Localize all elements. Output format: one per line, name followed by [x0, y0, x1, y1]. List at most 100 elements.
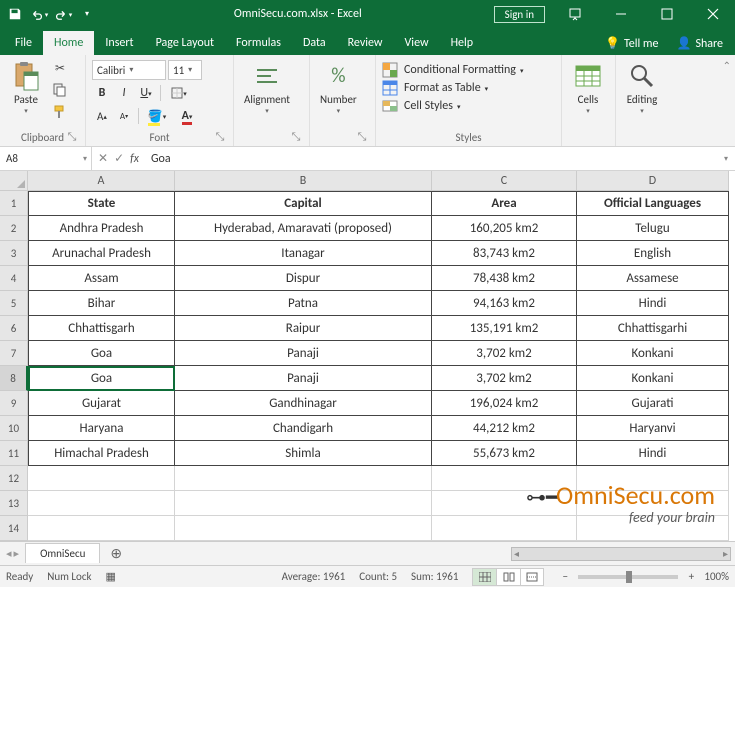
font-name-select[interactable]: Calibri▾: [92, 60, 166, 80]
data-cell[interactable]: Chhattisgarh: [28, 316, 175, 341]
view-normal-button[interactable]: [472, 568, 496, 586]
empty-cell[interactable]: [175, 516, 432, 541]
maximize-button[interactable]: [645, 0, 689, 28]
bold-button[interactable]: B: [92, 83, 112, 103]
data-cell[interactable]: Arunachal Pradesh: [28, 241, 175, 266]
empty-cell[interactable]: [432, 516, 577, 541]
data-cell[interactable]: Panaji: [175, 341, 432, 366]
zoom-level[interactable]: 100%: [704, 570, 729, 583]
save-button[interactable]: [4, 3, 26, 25]
empty-cell[interactable]: [28, 466, 175, 491]
number-button[interactable]: % Number ▾: [316, 58, 361, 117]
data-cell[interactable]: Goa: [28, 366, 175, 391]
data-cell[interactable]: Assam: [28, 266, 175, 291]
view-page-layout-button[interactable]: [496, 568, 520, 586]
expand-formula-bar-button[interactable]: ▾: [717, 154, 735, 164]
zoom-out-button[interactable]: −: [558, 570, 572, 583]
empty-cell[interactable]: [28, 516, 175, 541]
cells-grid[interactable]: ABCD1StateCapitalAreaOfficial Languages2…: [0, 171, 735, 541]
data-cell[interactable]: Panaji: [175, 366, 432, 391]
editing-button[interactable]: Editing ▾: [622, 58, 662, 117]
horizontal-scrollbar[interactable]: [511, 547, 731, 561]
data-cell[interactable]: 135,191 km2: [432, 316, 577, 341]
data-cell[interactable]: Assamese: [577, 266, 729, 291]
sheet-nav-next[interactable]: ▸: [14, 547, 20, 560]
header-cell[interactable]: Official Languages: [577, 191, 729, 216]
row-header-5[interactable]: 5: [0, 291, 28, 316]
zoom-slider[interactable]: [578, 575, 678, 579]
sheet-tab-active[interactable]: OmniSecu: [25, 543, 100, 563]
data-cell[interactable]: Raipur: [175, 316, 432, 341]
header-cell[interactable]: State: [28, 191, 175, 216]
data-cell[interactable]: Haryanvi: [577, 416, 729, 441]
tab-page-layout[interactable]: Page Layout: [145, 31, 225, 55]
redo-button[interactable]: ▾: [52, 3, 74, 25]
data-cell[interactable]: Konkani: [577, 341, 729, 366]
undo-button[interactable]: ▾: [28, 3, 50, 25]
data-cell[interactable]: Hyderabad, Amaravati (proposed): [175, 216, 432, 241]
row-header-7[interactable]: 7: [0, 341, 28, 366]
data-cell[interactable]: Shimla: [175, 441, 432, 466]
alignment-launcher[interactable]: ⤡: [289, 130, 303, 144]
zoom-in-button[interactable]: +: [684, 570, 698, 583]
column-header-C[interactable]: C: [432, 171, 577, 191]
empty-cell[interactable]: [432, 491, 577, 516]
row-header-10[interactable]: 10: [0, 416, 28, 441]
font-size-select[interactable]: 11▾: [168, 60, 202, 80]
tellme-button[interactable]: Tell me: [624, 37, 659, 51]
tab-view[interactable]: View: [394, 31, 440, 55]
cell-styles-button[interactable]: Cell Styles▾: [382, 98, 461, 114]
column-header-A[interactable]: A: [28, 171, 175, 191]
data-cell[interactable]: Gandhinagar: [175, 391, 432, 416]
data-cell[interactable]: 55,673 km2: [432, 441, 577, 466]
empty-cell[interactable]: [28, 491, 175, 516]
row-header-13[interactable]: 13: [0, 491, 28, 516]
empty-cell[interactable]: [175, 491, 432, 516]
italic-button[interactable]: I: [114, 83, 134, 103]
data-cell[interactable]: 3,702 km2: [432, 366, 577, 391]
row-header-6[interactable]: 6: [0, 316, 28, 341]
data-cell[interactable]: Andhra Pradesh: [28, 216, 175, 241]
column-header-B[interactable]: B: [175, 171, 432, 191]
empty-cell[interactable]: [577, 516, 729, 541]
data-cell[interactable]: Chandigarh: [175, 416, 432, 441]
data-cell[interactable]: 196,024 km2: [432, 391, 577, 416]
borders-button[interactable]: ▾: [165, 83, 193, 103]
tab-data[interactable]: Data: [292, 31, 337, 55]
share-button[interactable]: Share: [695, 37, 723, 51]
clipboard-launcher[interactable]: ⤡: [65, 130, 79, 144]
header-cell[interactable]: Capital: [175, 191, 432, 216]
data-cell[interactable]: Goa: [28, 341, 175, 366]
row-header-1[interactable]: 1: [0, 191, 28, 216]
data-cell[interactable]: Bihar: [28, 291, 175, 316]
accept-formula-button[interactable]: ✓: [114, 151, 124, 166]
row-header-9[interactable]: 9: [0, 391, 28, 416]
empty-cell[interactable]: [577, 491, 729, 516]
data-cell[interactable]: Dispur: [175, 266, 432, 291]
data-cell[interactable]: Chhattisgarhi: [577, 316, 729, 341]
data-cell[interactable]: 94,163 km2: [432, 291, 577, 316]
collapse-ribbon-button[interactable]: ⌃: [723, 59, 731, 72]
data-cell[interactable]: Himachal Pradesh: [28, 441, 175, 466]
row-header-3[interactable]: 3: [0, 241, 28, 266]
row-header-2[interactable]: 2: [0, 216, 28, 241]
increase-font-button[interactable]: A▴: [92, 106, 112, 126]
insert-function-button[interactable]: fx: [130, 152, 139, 166]
tab-home[interactable]: Home: [43, 31, 94, 55]
empty-cell[interactable]: [432, 466, 577, 491]
formula-input[interactable]: Goa: [145, 152, 717, 166]
font-launcher[interactable]: ⤡: [213, 130, 227, 144]
tab-formulas[interactable]: Formulas: [225, 31, 292, 55]
copy-button[interactable]: [50, 80, 70, 100]
row-header-4[interactable]: 4: [0, 266, 28, 291]
row-header-12[interactable]: 12: [0, 466, 28, 491]
close-button[interactable]: [691, 0, 735, 28]
tab-review[interactable]: Review: [337, 31, 394, 55]
number-launcher[interactable]: ⤡: [355, 130, 369, 144]
data-cell[interactable]: Telugu: [577, 216, 729, 241]
signin-button[interactable]: Sign in: [494, 6, 545, 23]
empty-cell[interactable]: [577, 466, 729, 491]
data-cell[interactable]: 78,438 km2: [432, 266, 577, 291]
underline-button[interactable]: U▾: [136, 83, 156, 103]
decrease-font-button[interactable]: A▾: [114, 106, 134, 126]
